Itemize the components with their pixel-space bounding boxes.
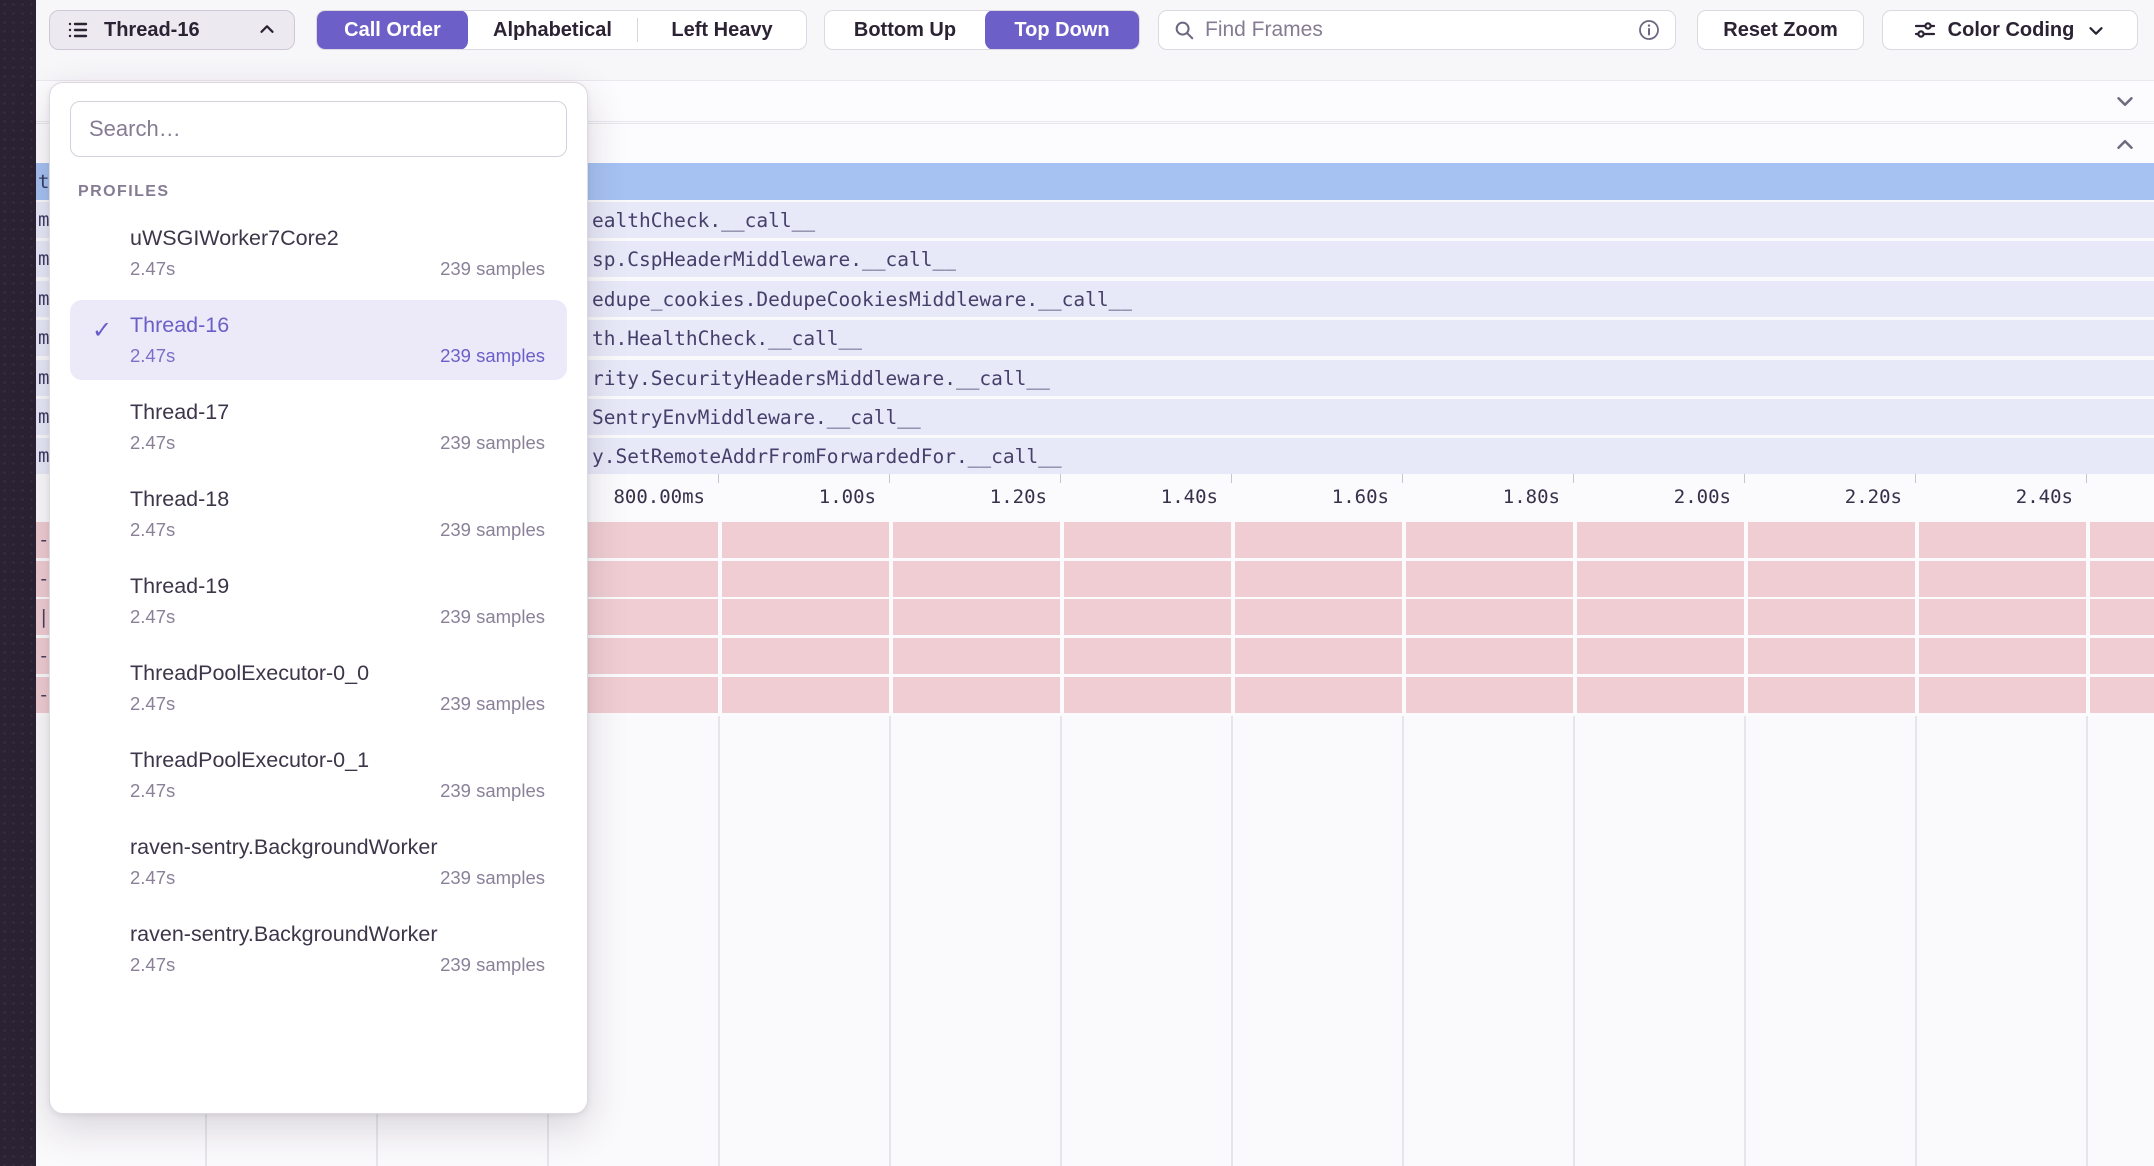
profile-item[interactable]: ✓ ThreadPoolExecutor-0_1 2.47s239 sample…: [70, 735, 567, 815]
frame-fragment: |: [38, 599, 49, 635]
axis-tick: [889, 474, 890, 483]
reset-zoom-button[interactable]: Reset Zoom: [1697, 10, 1864, 50]
frame-label: sp.CspHeaderMiddleware.__call__: [592, 241, 956, 277]
gridline: [1744, 520, 1748, 716]
axis-label: 800.00ms: [613, 474, 705, 520]
frame-label: th.HealthCheck.__call__: [592, 320, 862, 356]
collapse-chevron-down-icon[interactable]: [2112, 88, 2138, 114]
chevron-down-icon: [2085, 19, 2107, 41]
profile-dropdown: PROFILES ✓ uWSGIWorker7Core2 2.47s239 sa…: [49, 82, 588, 1114]
direction-segmented-control: Bottom Up Top Down: [824, 10, 1140, 50]
list-icon: [66, 18, 90, 42]
gridline: [718, 520, 722, 716]
gridline: [1573, 716, 1575, 1166]
frame-prefix-char: m: [38, 281, 49, 317]
profile-item[interactable]: ✓ Thread-19 2.47s239 samples: [70, 561, 567, 641]
frame-fragment: -: [38, 522, 49, 558]
axis-label: 1.80s: [1503, 474, 1560, 520]
axis-label: 2.40s: [2016, 474, 2073, 520]
axis-tick: [1573, 474, 1574, 483]
axis-label: 1.20s: [990, 474, 1047, 520]
axis-label: 2.20s: [1845, 474, 1902, 520]
chevron-up-icon: [256, 19, 278, 41]
frame-label: y.SetRemoteAddrFromForwardedFor.__call__: [592, 438, 1062, 474]
frame-prefix-char: m: [38, 241, 49, 277]
gridline: [718, 716, 720, 1166]
frame-prefix-char: m: [38, 438, 49, 474]
gridline: [889, 716, 891, 1166]
collapse-chevron-up-icon[interactable]: [2112, 132, 2138, 158]
axis-label: 1.40s: [1161, 474, 1218, 520]
axis-tick: [1060, 474, 1061, 483]
axis-tick: [1915, 474, 1916, 483]
axis-tick: [1402, 474, 1403, 483]
find-frames-search[interactable]: [1158, 10, 1676, 50]
gridline: [1402, 716, 1404, 1166]
gridline: [1402, 520, 1406, 716]
frame-fragment: -: [38, 677, 49, 713]
gridline: [2086, 520, 2090, 716]
frame-label: edupe_cookies.DedupeCookiesMiddleware.__…: [592, 281, 1132, 317]
axis-label: 1.60s: [1332, 474, 1389, 520]
profile-item[interactable]: ✓ Thread-17 2.47s239 samples: [70, 387, 567, 467]
axis-tick: [1231, 474, 1232, 483]
frame-prefix-char: m: [38, 360, 49, 396]
flamegraph-toolbar: Thread-16 Call Order Alphabetical Left H…: [36, 0, 2154, 80]
thread-selector-button[interactable]: Thread-16: [49, 10, 295, 50]
profile-item[interactable]: ✓ Thread-18 2.47s239 samples: [70, 474, 567, 554]
frame-fragment: -: [38, 561, 49, 597]
gridline: [1231, 520, 1235, 716]
profile-item[interactable]: ✓ ThreadPoolExecutor-0_0 2.47s239 sample…: [70, 648, 567, 728]
segment-alphabetical[interactable]: Alphabetical: [468, 10, 637, 50]
profiles-section-label: PROFILES: [78, 183, 567, 201]
gridline: [1915, 520, 1919, 716]
axis-tick: [2086, 474, 2087, 483]
info-icon[interactable]: [1637, 18, 1661, 42]
profile-item[interactable]: ✓ raven-sentry.BackgroundWorker 2.47s239…: [70, 909, 567, 989]
check-icon: ✓: [92, 316, 112, 345]
segment-call-order[interactable]: Call Order: [317, 10, 468, 50]
axis-label: 1.00s: [819, 474, 876, 520]
search-icon: [1173, 19, 1195, 41]
gridline: [1060, 716, 1062, 1166]
frame-prefix-char: m: [38, 320, 49, 356]
segment-top-down[interactable]: Top Down: [985, 10, 1139, 50]
sort-segmented-control: Call Order Alphabetical Left Heavy: [316, 10, 807, 50]
frame-label: rity.SecurityHeadersMiddleware.__call__: [592, 360, 1050, 396]
frame-fragment: -: [38, 638, 49, 674]
gridline: [2086, 716, 2088, 1166]
frame-prefix-char: m: [38, 202, 49, 238]
frame-prefix-char: m: [38, 399, 49, 435]
frame-label: SentryEnvMiddleware.__call__: [592, 399, 921, 435]
gridline: [1915, 716, 1917, 1166]
color-coding-button[interactable]: Color Coding: [1882, 10, 2138, 50]
axis-label: 2.00s: [1674, 474, 1731, 520]
gridline: [1231, 716, 1233, 1166]
gridline: [1744, 716, 1746, 1166]
profile-item[interactable]: ✓ uWSGIWorker7Core2 2.47s239 samples: [70, 213, 567, 293]
profile-item[interactable]: ✓ raven-sentry.BackgroundWorker 2.47s239…: [70, 822, 567, 902]
profile-search-input[interactable]: [70, 101, 567, 157]
gridline: [889, 520, 893, 716]
segment-bottom-up[interactable]: Bottom Up: [825, 10, 985, 50]
frame-prefix-char: t: [38, 163, 49, 200]
app-sidebar-rail: [0, 0, 36, 1166]
thread-selector-label: Thread-16: [104, 19, 200, 42]
frame-label: ealthCheck.__call__: [592, 202, 815, 238]
gridline: [1060, 520, 1064, 716]
profile-item-selected[interactable]: ✓ Thread-16 2.47s239 samples: [70, 300, 567, 380]
segment-left-heavy[interactable]: Left Heavy: [638, 10, 806, 50]
axis-tick: [718, 474, 719, 483]
axis-tick: [1744, 474, 1745, 483]
sliders-icon: [1913, 18, 1937, 42]
gridline: [1573, 520, 1577, 716]
find-frames-input[interactable]: [1205, 18, 1627, 42]
